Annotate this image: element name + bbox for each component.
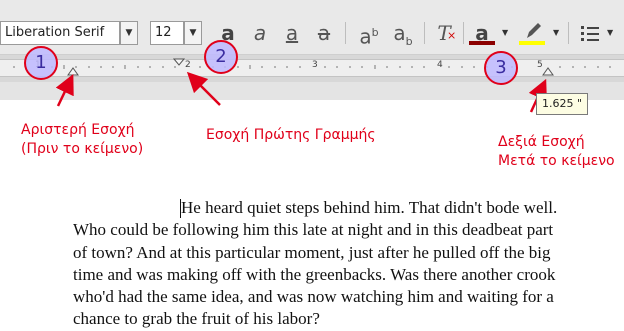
strikethrough-icon[interactable]: a — [312, 19, 336, 47]
left-indent-sublabel: (Πριν το κείμενο) — [21, 141, 144, 157]
ruler-number: 5 — [537, 60, 543, 70]
ruler-number: 2 — [185, 60, 191, 70]
toolbar-separator — [345, 22, 346, 44]
superscript-base: a — [359, 24, 372, 49]
toolbar-separator — [424, 22, 425, 44]
font-size-field[interactable]: 12 — [150, 21, 184, 45]
font-color-swatch — [469, 41, 495, 45]
left-indent-label: Αριστερή Εσοχή — [21, 122, 135, 138]
bullet-list-icon — [581, 26, 599, 41]
first-line-indent-label: Εσοχή Πρώτης Γραμμής — [206, 127, 376, 143]
chevron-down-icon[interactable]: ▼ — [553, 28, 559, 37]
superscript-icon[interactable]: ab — [354, 19, 384, 49]
right-indent-label: Δεξιά Εσοχή — [498, 134, 585, 150]
subscript-icon[interactable]: ab — [388, 19, 418, 48]
formatting-toolbar: Liberation Serif ▼ 12 ▼ a a a a ab ab T ×… — [0, 0, 624, 55]
marker-1-badge: 1 — [24, 46, 58, 80]
subscript-mark: b — [405, 35, 413, 48]
list-icon[interactable] — [580, 23, 600, 43]
font-name-field[interactable]: Liberation Serif — [0, 21, 120, 45]
clear-formatting-icon[interactable]: T × — [430, 19, 458, 47]
pen-icon — [527, 23, 541, 38]
superscript-mark: b — [371, 26, 379, 39]
ruler-tooltip: 1.625 " — [536, 93, 588, 115]
chevron-down-icon[interactable]: ▼ — [607, 28, 613, 37]
ruler-number: 3 — [312, 60, 318, 70]
italic-icon[interactable]: a — [248, 19, 272, 47]
chevron-down-icon[interactable]: ▼ — [502, 28, 508, 37]
underline-icon[interactable]: a — [280, 19, 304, 47]
document-paragraph[interactable]: He heard quiet steps behind him. That di… — [73, 197, 563, 331]
chevron-down-icon: ▼ — [189, 28, 197, 38]
document-body[interactable]: He heard quiet steps behind him. That di… — [73, 197, 563, 331]
marker-3-badge: 3 — [484, 51, 518, 85]
ruler-number: 4 — [437, 60, 443, 70]
marker-2-badge: 2 — [204, 40, 238, 74]
clear-x-mark: × — [447, 29, 457, 42]
font-size-dropdown-button[interactable]: ▼ — [184, 21, 202, 45]
right-indent-sublabel: Μετά το κείμενο — [498, 153, 615, 169]
highlight-color-swatch — [519, 41, 545, 45]
ruler-shadow — [0, 82, 624, 100]
toolbar-separator — [463, 22, 464, 44]
subscript-base: a — [393, 21, 406, 45]
font-name-dropdown-button[interactable]: ▼ — [120, 21, 138, 45]
horizontal-ruler[interactable]: 1 2 3 4 5 — [0, 55, 624, 82]
toolbar-separator — [568, 22, 569, 44]
chevron-down-icon: ▼ — [125, 28, 133, 38]
highlight-icon[interactable] — [518, 19, 546, 41]
